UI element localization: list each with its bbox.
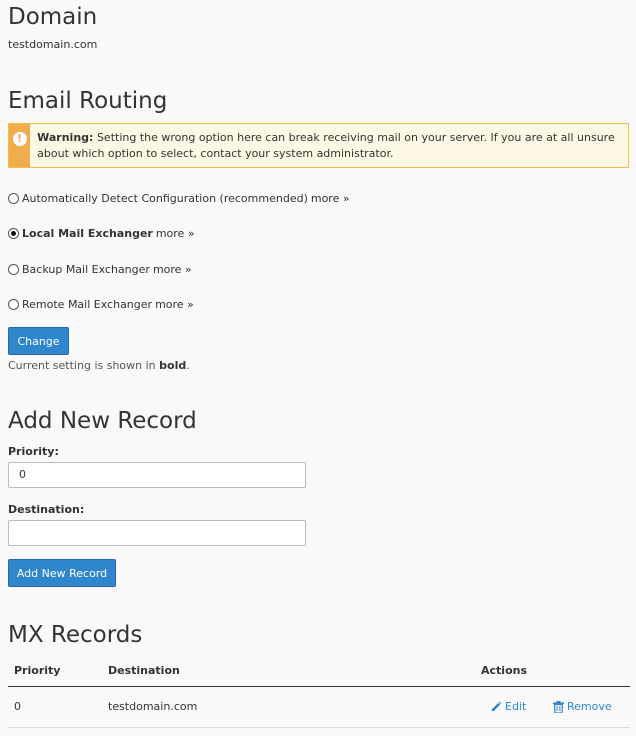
column-header-actions: Actions [481,664,527,677]
remove-link[interactable]: Remove [553,700,612,713]
note-bold: bold [159,359,187,372]
remove-label: Remove [567,700,612,713]
add-record-heading: Add New Record [8,408,197,434]
pencil-icon [491,701,502,712]
page: Domain testdomain.com Email Routing ! Wa… [0,0,636,736]
mx-records-heading: MX Records [8,622,143,648]
destination-label: Destination: [8,503,85,516]
row-priority: 0 [14,700,21,713]
routing-option-auto[interactable]: Automatically Detect Configuration (reco… [8,190,350,206]
column-header-priority: Priority [14,664,61,677]
routing-option-label: Remote Mail Exchanger [22,297,153,311]
priority-label: Priority: [8,445,59,458]
row-destination: testdomain.com [108,700,198,713]
change-button[interactable]: Change [8,327,69,355]
routing-option-local[interactable]: Local Mail Exchanger more » [8,225,195,241]
edit-label: Edit [505,700,527,713]
routing-option-label: Backup Mail Exchanger [22,262,150,276]
note-suffix: . [186,359,190,372]
routing-option-label: Automatically Detect Configuration (reco… [22,191,308,205]
more-link[interactable]: more » [156,227,195,240]
domain-heading: Domain [8,4,98,30]
routing-option-remote[interactable]: Remote Mail Exchanger more » [8,296,194,312]
radio-auto[interactable] [8,192,19,204]
edit-link[interactable]: Edit [491,700,526,713]
domain-value: testdomain.com [8,38,98,51]
trash-icon [553,700,564,713]
more-link[interactable]: more » [153,263,192,276]
current-setting-note: Current setting is shown in bold. [8,359,190,372]
more-link[interactable]: more » [155,298,194,311]
table-header-divider [8,686,630,687]
warning-label: Warning: [37,131,94,144]
exclamation-icon: ! [12,132,27,146]
radio-remote[interactable] [8,298,19,310]
warning-message: Setting the wrong option here can break … [37,131,615,160]
routing-option-backup[interactable]: Backup Mail Exchanger more » [8,261,192,277]
column-header-destination: Destination [108,664,180,677]
radio-local[interactable] [8,227,19,239]
email-routing-heading: Email Routing [8,88,168,114]
warning-text: Warning: Setting the wrong option here c… [30,124,628,167]
radio-backup[interactable] [8,263,19,275]
add-new-record-button[interactable]: Add New Record [8,559,116,587]
warning-icon-strip: ! [9,124,31,167]
more-link[interactable]: more » [311,192,350,205]
destination-input[interactable] [8,520,306,546]
table-row-divider [8,727,630,728]
warning-alert: ! Warning: Setting the wrong option here… [8,123,629,168]
note-prefix: Current setting is shown in [8,359,156,372]
routing-option-label: Local Mail Exchanger [22,226,153,240]
priority-input[interactable]: 0 [8,462,306,488]
